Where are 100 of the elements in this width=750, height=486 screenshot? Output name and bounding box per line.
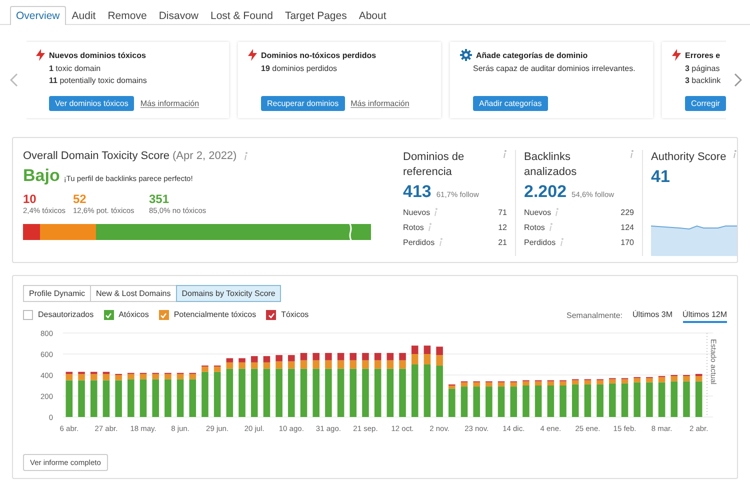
bar <box>386 360 394 369</box>
checkbox[interactable] <box>104 310 114 320</box>
stat-label: Rotos <box>403 222 424 232</box>
bar <box>448 386 456 389</box>
card-text: 3 backlink <box>684 76 722 85</box>
bar <box>596 380 604 384</box>
bar <box>263 362 270 369</box>
stat-number: 12 <box>498 222 507 232</box>
bar <box>238 362 246 369</box>
bar <box>621 379 628 384</box>
chevron-left-icon[interactable] <box>10 73 18 87</box>
bar <box>115 375 122 380</box>
bar <box>226 358 234 362</box>
bar <box>102 380 110 417</box>
card-title: Nuevos dominios tóxicos <box>49 50 146 60</box>
bar <box>658 377 666 382</box>
bar <box>362 368 369 417</box>
period-toggle[interactable]: Últimos 3M <box>632 308 673 323</box>
stacked-bar <box>102 372 110 417</box>
bar <box>436 366 443 417</box>
more-info-link[interactable]: Más información <box>350 99 410 108</box>
stat-number: 71 <box>498 208 507 217</box>
nav-tab[interactable]: Remove <box>102 6 153 25</box>
bar <box>584 380 592 384</box>
stacked-bar <box>522 380 530 417</box>
bar <box>238 368 246 417</box>
bar <box>634 378 640 382</box>
nav-tab[interactable]: Audit <box>66 6 102 25</box>
action-button[interactable]: Recuperar dominios <box>261 96 345 111</box>
stat-title: Dominios de referencia <box>403 150 466 180</box>
bar <box>78 380 85 417</box>
stat-label: Nuevos <box>403 208 430 217</box>
bar <box>250 356 258 362</box>
stacked-bar <box>695 374 702 417</box>
stat-label: Perdidos <box>403 238 435 247</box>
stacked-bar <box>214 366 221 417</box>
card-text: Serás capaz de auditar dominios irrelevantes. <box>472 64 636 73</box>
stacked-bar <box>350 352 357 417</box>
stacked-bar <box>498 381 505 417</box>
bar <box>695 381 702 417</box>
bar <box>78 374 85 380</box>
bar <box>90 380 98 417</box>
chart-tab[interactable]: Domains by Toxicity Score <box>176 285 282 302</box>
stacked-bar <box>670 375 678 417</box>
stacked-bar <box>226 358 234 417</box>
bar <box>683 376 690 382</box>
stacked-bar <box>337 352 344 417</box>
nav-tab[interactable]: About <box>352 6 392 25</box>
stat-title: Backlinks analizados <box>524 150 578 180</box>
bar <box>547 381 554 386</box>
bar <box>486 386 492 417</box>
stacked-bar <box>128 372 134 417</box>
bar <box>189 374 196 380</box>
stacked-bar <box>164 372 172 417</box>
bar <box>486 382 492 387</box>
bar <box>411 354 418 364</box>
chart-tab[interactable]: New & Lost Domains <box>90 285 177 302</box>
stacked-bar <box>448 384 456 417</box>
nav-tab[interactable]: Disavow <box>152 6 204 25</box>
bar <box>572 380 579 384</box>
stat-number: 21 <box>498 238 507 247</box>
checkbox[interactable] <box>23 310 33 320</box>
bar <box>498 386 505 417</box>
stacked-bar <box>325 352 332 417</box>
chart-tab[interactable]: Profile Dynamic <box>23 285 92 302</box>
card-title: Errores e <box>685 50 720 60</box>
nav-tab[interactable]: Target Pages <box>278 6 353 25</box>
checkbox[interactable] <box>266 310 276 320</box>
bar <box>263 356 270 362</box>
bar <box>202 366 208 372</box>
stacked-bar <box>250 356 258 417</box>
period-toggle[interactable]: Últimos 12M <box>682 308 727 323</box>
bar <box>238 358 246 362</box>
bar <box>510 382 518 387</box>
stacked-bar <box>386 352 394 417</box>
chevron-right-icon[interactable] <box>734 73 742 87</box>
stat-number: 124 <box>620 222 634 232</box>
checkbox[interactable] <box>158 310 169 320</box>
info-icon <box>630 150 634 159</box>
stacked-bar <box>683 375 690 417</box>
nav-tab[interactable]: Lost & Found <box>204 6 279 25</box>
bar <box>411 364 418 417</box>
bar <box>695 374 702 376</box>
bar <box>424 346 431 354</box>
stacked-bar <box>486 381 492 417</box>
action-button[interactable]: Corregir <box>685 96 726 111</box>
bar <box>522 381 530 386</box>
action-button[interactable]: Añadir categorías <box>473 96 548 111</box>
info-icon <box>560 238 564 247</box>
bar <box>399 360 406 369</box>
break-mark-icon <box>348 222 353 242</box>
more-info-link[interactable]: Más información <box>140 99 200 108</box>
bar <box>399 352 406 360</box>
bar <box>276 355 282 362</box>
bar <box>102 374 110 380</box>
nav-tab[interactable]: Overview <box>10 6 66 25</box>
stacked-bar <box>547 380 554 417</box>
bar <box>300 352 308 360</box>
info-icon <box>548 222 553 232</box>
action-button[interactable]: Ver dominios tóxicos <box>49 96 134 111</box>
